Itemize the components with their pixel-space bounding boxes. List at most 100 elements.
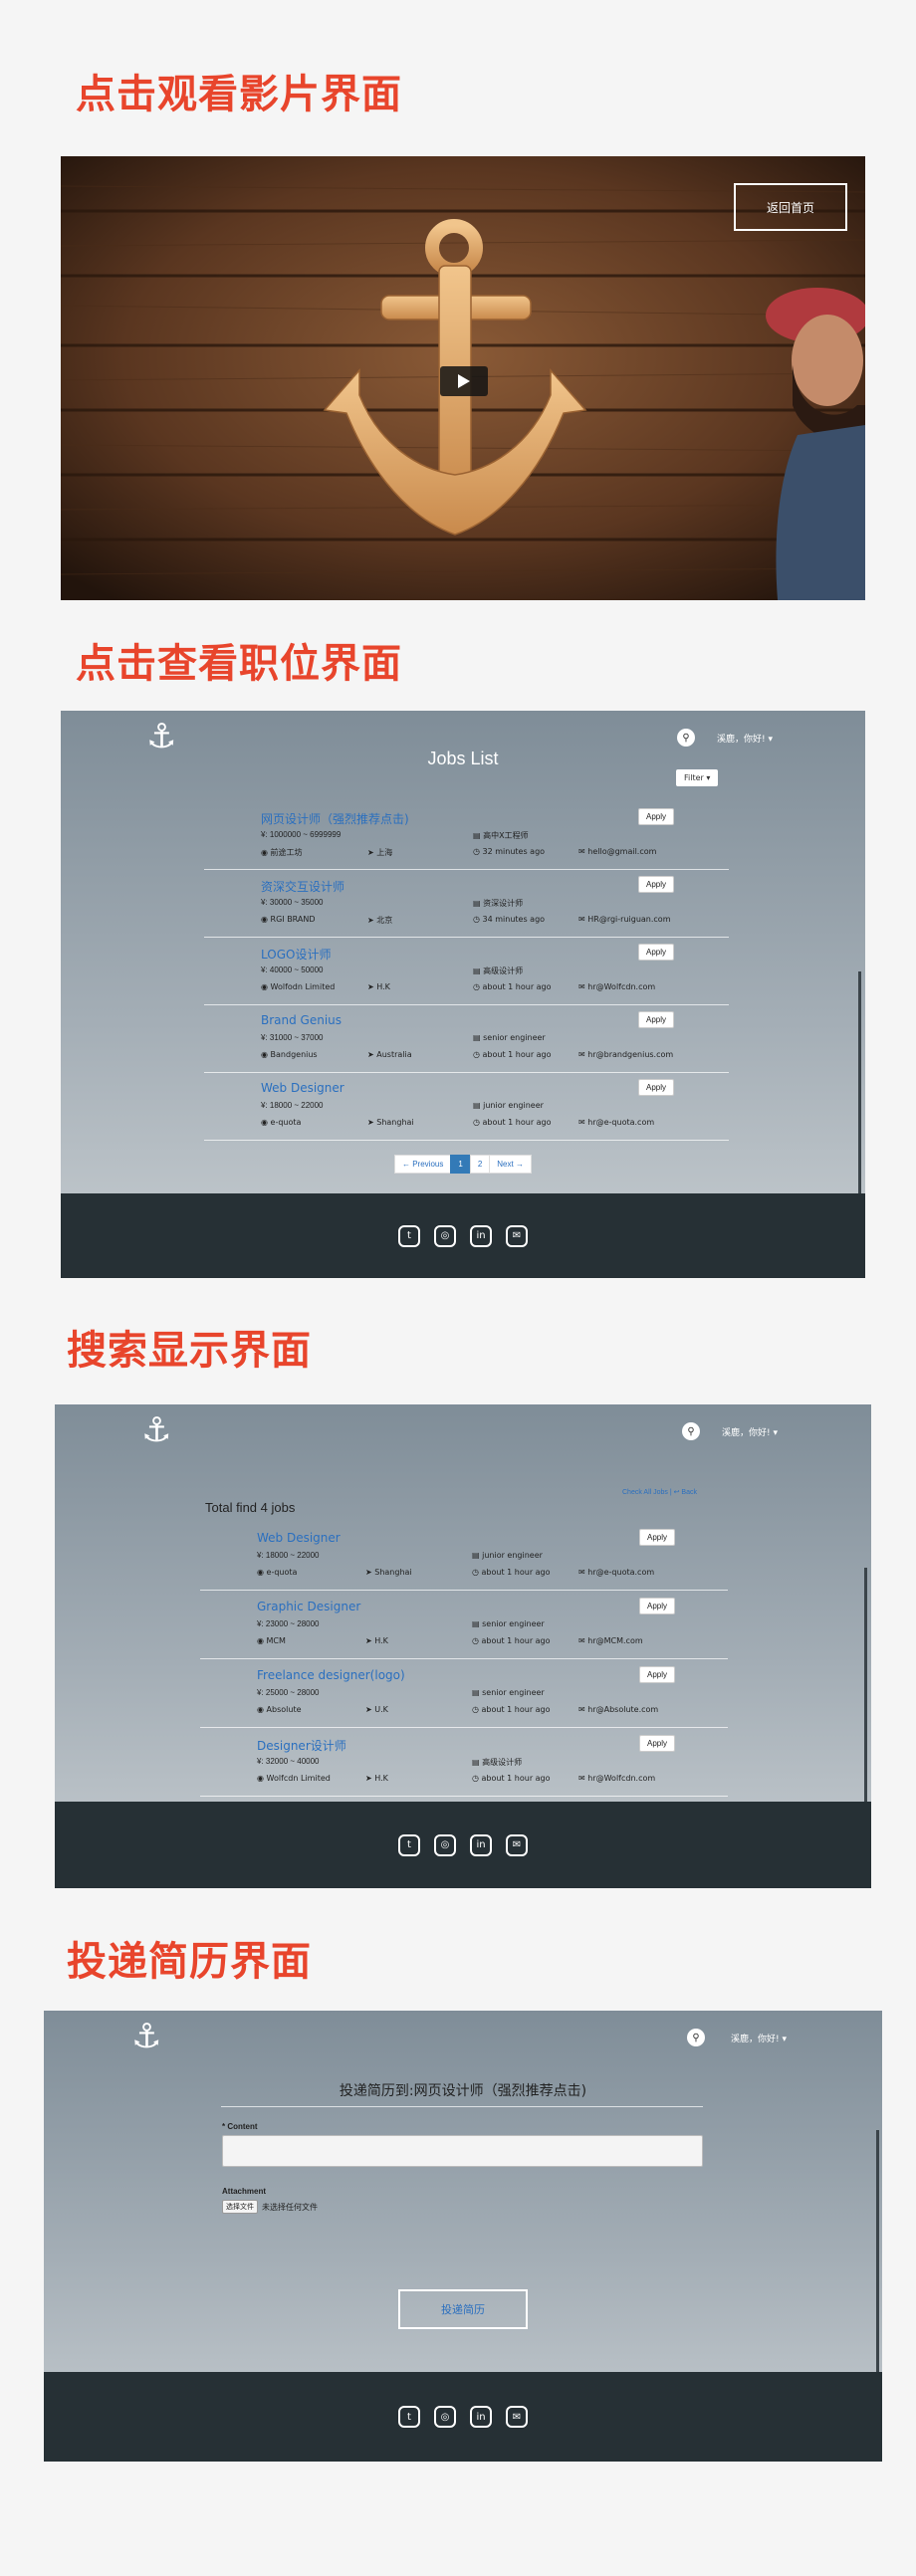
job-location: ➤ Shanghai	[365, 1568, 412, 1577]
job-title-link[interactable]: Web Designer	[261, 1081, 344, 1095]
submit-resume-button[interactable]: 投递简历	[398, 2289, 528, 2329]
job-level-text: 高级设计师	[482, 1758, 523, 1767]
envelope-icon: ✉	[578, 1705, 588, 1714]
apply-title: 投递简历到:网页设计师（强烈推荐点击)	[339, 2083, 587, 2099]
job-title-link[interactable]: LOGO设计师	[261, 946, 331, 963]
apply-button[interactable]: Apply	[639, 1529, 676, 1546]
github-icon[interactable]: ◎	[434, 1833, 456, 1856]
job-row[interactable]: 资深交互设计师 Apply ¥: 30000 ~ 35000 ▤ 资深设计师 ◉ RGI…	[204, 870, 729, 938]
linkedin-icon[interactable]: in	[470, 1833, 492, 1856]
search-icon[interactable]: ⚲	[677, 729, 695, 747]
apply-button[interactable]: Apply	[639, 1666, 676, 1683]
user-menu[interactable]: 溪鹿，你好! ▾	[717, 732, 773, 745]
apply-button[interactable]: Apply	[638, 1011, 675, 1028]
search-icon[interactable]: ⚲	[687, 2029, 705, 2046]
job-title-link[interactable]: Graphic Designer	[257, 1600, 360, 1613]
apply-button[interactable]: Apply	[638, 808, 675, 825]
video-player[interactable]: 返回首页	[61, 156, 865, 600]
apply-button[interactable]: Apply	[638, 944, 675, 961]
job-row[interactable]: LOGO设计师 Apply ¥: 40000 ~ 50000 ▤ 高级设计师 ◉ Wol…	[204, 938, 729, 1005]
job-title-link[interactable]: 网页设计师（强烈推荐点击)	[261, 810, 409, 827]
github-icon[interactable]: ◎	[434, 2406, 456, 2428]
job-title-link[interactable]: 资深交互设计师	[261, 878, 344, 895]
clock-icon: ◷	[473, 1050, 483, 1059]
job-level-text: 高级设计师	[483, 966, 524, 975]
job-level: ▤ 资深设计师	[473, 898, 523, 909]
location-arrow-icon: ➤	[367, 848, 377, 857]
job-level: ▤ junior engineer	[473, 1101, 544, 1110]
job-row[interactable]: Freelance designer(logo) Apply ¥: 25000 ~ …	[200, 1660, 728, 1728]
envelope-icon: ✉	[578, 915, 588, 924]
job-company: ◉ Wolfodn Limited	[261, 982, 335, 991]
user-circle-icon: ◉	[261, 915, 271, 924]
pager-page-1[interactable]: 1	[450, 1155, 471, 1174]
job-location-text: 上海	[376, 848, 393, 857]
twitter-icon[interactable]: t	[398, 1833, 420, 1856]
apply-button[interactable]: Apply	[638, 1079, 675, 1096]
job-title-link[interactable]: Web Designer	[257, 1531, 341, 1545]
job-row[interactable]: Web Designer Apply ¥: 18000 ~ 22000 ▤ junio…	[200, 1523, 728, 1591]
job-company-text: Wolfodn Limited	[270, 982, 336, 991]
clock-icon: ◷	[472, 1774, 482, 1783]
pager-next[interactable]: Next →	[489, 1155, 532, 1174]
job-level: ▤ senior engineer	[472, 1619, 545, 1628]
user-menu[interactable]: 溪鹿，你好! ▾	[731, 2032, 787, 2044]
envelope-icon[interactable]: ✉	[506, 2406, 528, 2428]
job-salary: ¥: 32000 ~ 40000	[257, 1757, 320, 1766]
job-email-text: hr@brandgenius.com	[587, 1050, 674, 1059]
apply-button[interactable]: Apply	[639, 1598, 676, 1614]
twitter-icon[interactable]: t	[398, 1224, 420, 1247]
location-arrow-icon: ➤	[365, 1705, 375, 1714]
play-button[interactable]	[440, 366, 488, 396]
job-company-text: RGI BRAND	[270, 915, 316, 924]
job-email-text: hr@e-quota.com	[587, 1568, 655, 1577]
choose-file-button[interactable]: 选择文件	[222, 2200, 258, 2214]
job-row[interactable]: 网页设计师（强烈推荐点击) Apply ¥: 1000000 ~ 6999999 ▤ …	[204, 802, 729, 870]
content-textarea[interactable]	[222, 2135, 703, 2167]
job-time-text: about 1 hour ago	[481, 1774, 551, 1783]
user-circle-icon: ◉	[261, 848, 271, 857]
envelope-icon[interactable]: ✉	[506, 1833, 528, 1856]
job-time: ◷ about 1 hour ago	[472, 1705, 551, 1714]
job-company-text: MCM	[266, 1636, 286, 1645]
linkedin-icon[interactable]: in	[470, 2406, 492, 2428]
apply-button[interactable]: Apply	[639, 1735, 676, 1752]
anchor-logo-icon[interactable]: ⚓	[141, 1413, 171, 1447]
filter-button[interactable]: Filter ▾	[676, 769, 719, 786]
job-location: ➤ Shanghai	[367, 1118, 414, 1127]
job-row[interactable]: Graphic Designer Apply ¥: 23000 ~ 28000 ▤ s…	[200, 1592, 728, 1659]
github-icon[interactable]: ◎	[434, 1224, 456, 1247]
back-home-button[interactable]: 返回首页	[734, 183, 847, 231]
apply-button[interactable]: Apply	[638, 876, 675, 893]
job-row[interactable]: Web Designer Apply ¥: 18000 ~ 22000 ▤ junio…	[204, 1073, 729, 1141]
search-results-screen: ⚓ ⚲ 溪鹿，你好! ▾ Check All Jobs | ↩ Back Tot…	[55, 1404, 871, 1888]
job-title-link[interactable]: Brand Genius	[261, 1013, 342, 1027]
search-icon[interactable]: ⚲	[682, 1422, 700, 1440]
job-title-link[interactable]: Freelance designer(logo)	[257, 1668, 405, 1682]
job-row[interactable]: Designer设计师 Apply ¥: 32000 ~ 40000 ▤ 高级设计师 ◉…	[200, 1729, 728, 1797]
job-title-link[interactable]: Designer设计师	[257, 1737, 346, 1754]
linkedin-icon[interactable]: in	[470, 1224, 492, 1247]
user-menu[interactable]: 溪鹿，你好! ▾	[722, 1425, 778, 1438]
pager-previous[interactable]: ← Previous	[394, 1155, 452, 1174]
chevron-down-icon: ▾	[782, 2035, 788, 2044]
chevron-down-icon: ▾	[768, 735, 774, 745]
job-time: ◷ about 1 hour ago	[472, 1774, 551, 1783]
user-circle-icon: ◉	[257, 1705, 267, 1714]
clock-icon: ◷	[472, 1705, 482, 1714]
envelope-icon: ✉	[578, 982, 588, 991]
clock-icon: ◷	[472, 1568, 482, 1577]
job-company-text: Bandgenius	[270, 1050, 318, 1059]
job-email: ✉ hr@MCM.com	[578, 1636, 643, 1645]
envelope-icon[interactable]: ✉	[506, 1224, 528, 1247]
job-salary: ¥: 25000 ~ 28000	[257, 1688, 320, 1697]
file-chooser: 选择文件 未选择任何文件	[222, 2200, 318, 2214]
job-email-text: HR@rgi-ruiguan.com	[587, 915, 671, 924]
check-all-back-link[interactable]: Check All Jobs | ↩ Back	[622, 1488, 697, 1496]
job-row[interactable]: Brand Genius Apply ¥: 31000 ~ 37000 ▤ senio…	[204, 1005, 729, 1073]
job-level: ▤ 高中X工程师	[473, 830, 529, 841]
twitter-icon[interactable]: t	[398, 2406, 420, 2428]
pager-page-2[interactable]: 2	[469, 1155, 491, 1174]
job-level-text: senior engineer	[483, 1033, 546, 1042]
anchor-logo-icon[interactable]: ⚓	[131, 2020, 161, 2053]
